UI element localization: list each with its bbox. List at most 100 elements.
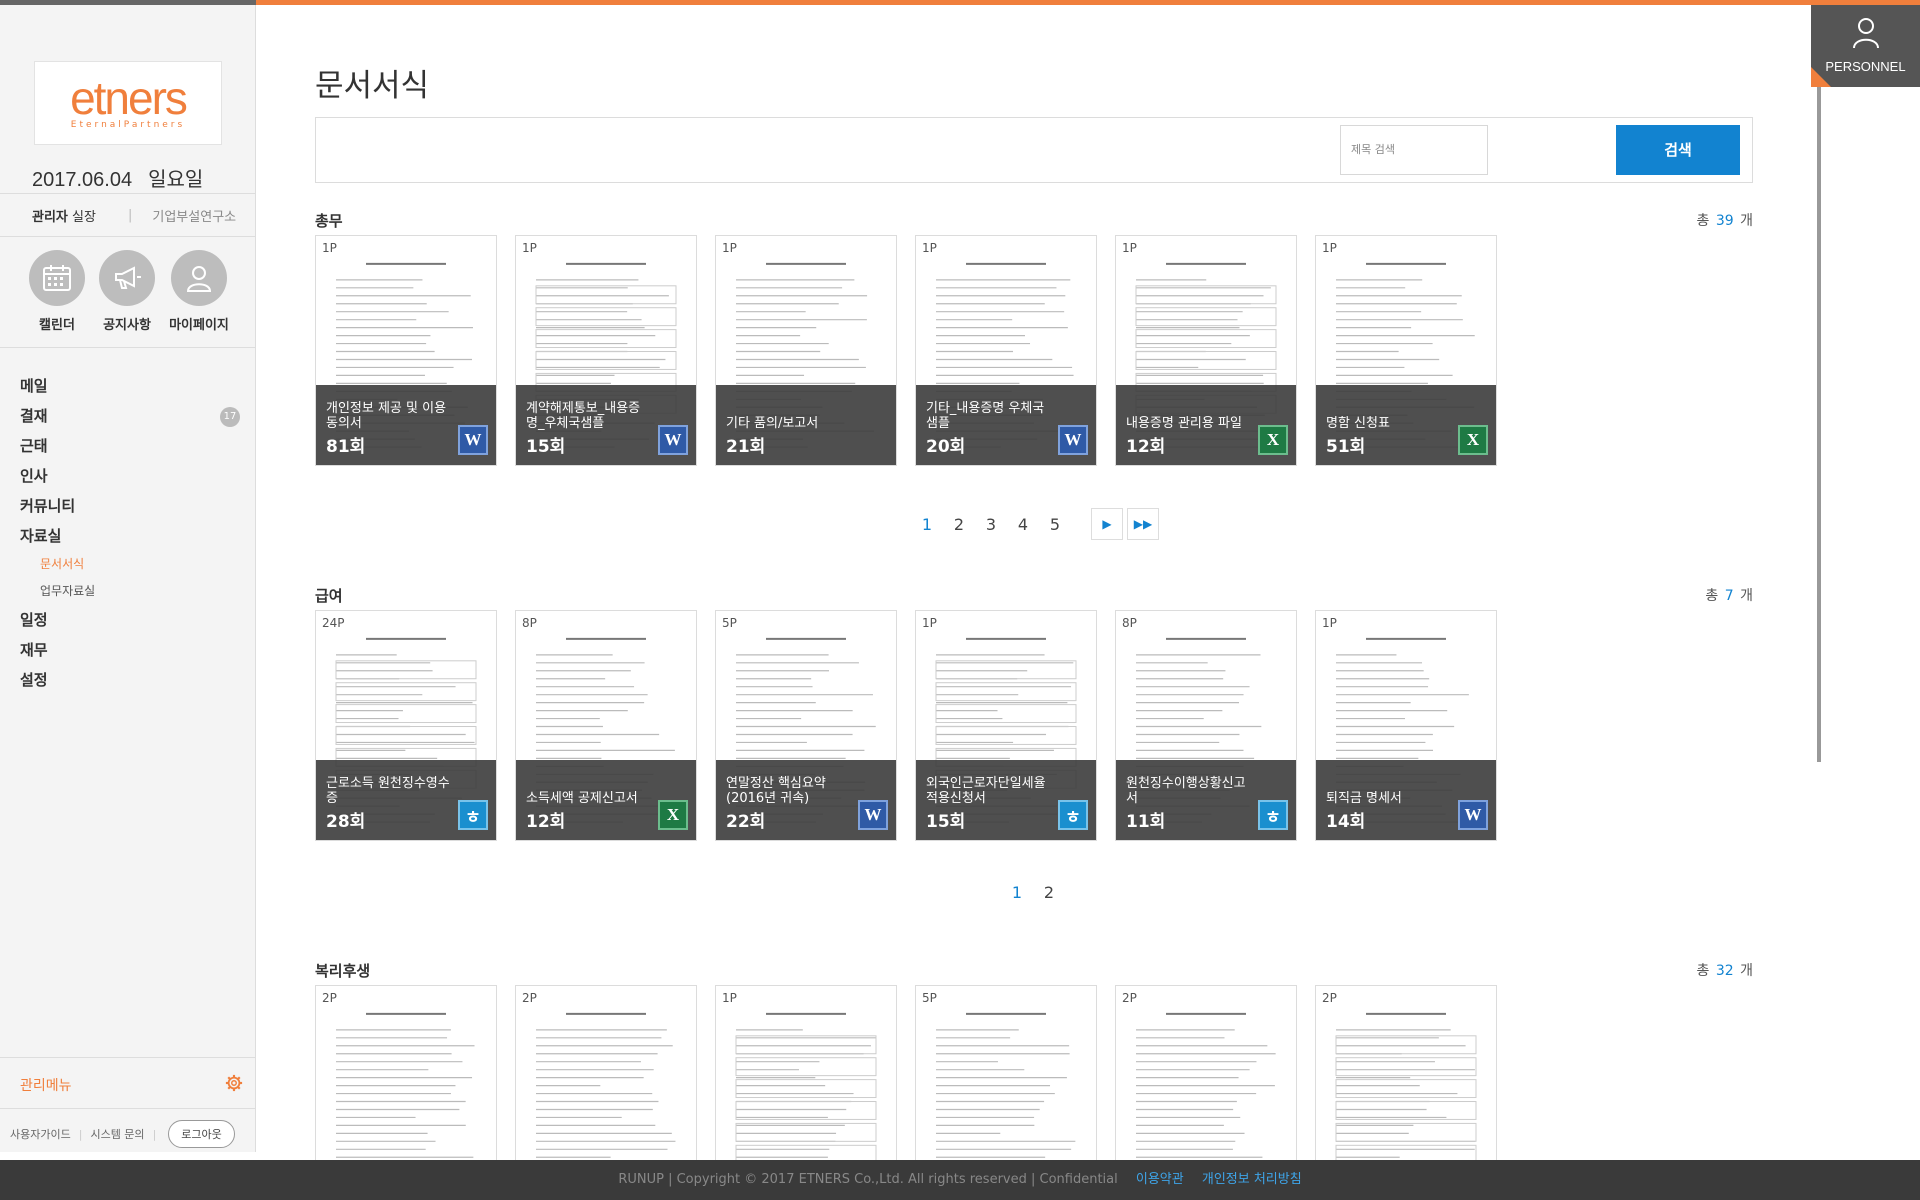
quick-notice[interactable]: 공지사항 [92, 250, 162, 333]
page-count-label: 24P [322, 616, 345, 630]
count-suffix: 개 [1740, 213, 1753, 229]
excel-file-icon[interactable]: X [1258, 425, 1288, 455]
document-title: 기타_내용증명 우체국샘플 [926, 401, 1045, 431]
document-title: 개인정보 제공 및 이용 동의서 [326, 401, 447, 431]
nav-approval-label: 결재 [20, 407, 48, 425]
user-guide-link[interactable]: 사용자가이드 [10, 1126, 71, 1142]
card-overlay: 명함 신청표 51회 X [1316, 385, 1496, 465]
excel-file-icon[interactable]: X [1458, 425, 1488, 455]
nav-settings[interactable]: 설정 [20, 665, 240, 695]
section-count: 총 32 개 [1696, 960, 1753, 980]
document-card[interactable]: 1P 퇴직금 명세서 14회 W [1315, 610, 1497, 841]
page-count-label: 1P [1122, 241, 1137, 255]
download-count: 15회 [926, 812, 966, 832]
card-overlay: 기타_내용증명 우체국샘플 20회 W [916, 385, 1096, 465]
hwp-file-icon[interactable]: ㅎ [1058, 800, 1088, 830]
excel-file-icon[interactable]: X [658, 800, 688, 830]
download-count: 51회 [1326, 437, 1366, 457]
search-input[interactable]: 제목 검색 [1340, 125, 1488, 175]
nav-mail[interactable]: 메일 [20, 371, 240, 401]
document-card[interactable]: 1P 개인정보 제공 및 이용 동의서 81회 W [315, 235, 497, 466]
document-card[interactable]: 8P 원천징수이행상황신고서 11회 ㅎ [1115, 610, 1297, 841]
document-title: 계약해제통보_내용증명_우체국샘플 [526, 401, 641, 431]
page-link[interactable]: 2 [1033, 883, 1065, 902]
page-count-label: 5P [722, 616, 737, 630]
last-page-button[interactable]: ▶▶ [1127, 508, 1159, 540]
download-count: 81회 [326, 437, 366, 457]
admin-menu[interactable]: 관리메뉴 [0, 1057, 255, 1109]
count-prefix: 총 [1696, 213, 1710, 229]
page-link[interactable]: 1 [911, 515, 943, 534]
user-name-title: 관리자 실장 [0, 206, 128, 225]
admin-menu-label: 관리메뉴 [20, 1078, 72, 1094]
word-file-icon[interactable]: W [658, 425, 688, 455]
quick-calendar-label: 캘린더 [39, 318, 75, 333]
person-icon [1853, 18, 1879, 49]
download-count: 11회 [1126, 812, 1166, 832]
card-overlay: 내용증명 관리용 파일 12회 X [1116, 385, 1296, 465]
brand-logo[interactable]: etners EternalPartners [34, 61, 222, 145]
document-title: 내용증명 관리용 파일 [1126, 416, 1242, 431]
page-title: 문서서식 [315, 68, 430, 104]
document-card[interactable]: 1P 외국인근로자단일세율 적용신청서 15회 ㅎ [915, 610, 1097, 841]
quick-calendar[interactable]: 캘린더 [22, 250, 92, 333]
calendar-icon [29, 250, 85, 306]
page-link[interactable]: 4 [1007, 515, 1039, 534]
nav-library[interactable]: 자료실 [20, 521, 240, 551]
approval-count-badge: 17 [220, 407, 240, 427]
gear-icon[interactable] [225, 1074, 243, 1092]
count-suffix: 개 [1740, 588, 1753, 604]
privacy-link[interactable]: 개인정보 처리방침 [1202, 1172, 1302, 1187]
top-bar-accent [256, 0, 1920, 5]
page-count-label: 1P [322, 241, 337, 255]
card-overlay: 개인정보 제공 및 이용 동의서 81회 W [316, 385, 496, 465]
word-file-icon[interactable]: W [858, 800, 888, 830]
word-file-icon[interactable]: W [458, 425, 488, 455]
document-card[interactable]: 24P 근로소득 원천징수영수증 28회 ㅎ [315, 610, 497, 841]
word-file-icon[interactable]: W [1458, 800, 1488, 830]
page-link[interactable]: 1 [1001, 883, 1033, 902]
quick-mypage-label: 마이페이지 [169, 318, 229, 333]
card-overlay: 원천징수이행상황신고서 11회 ㅎ [1116, 760, 1296, 840]
document-title: 퇴직금 명세서 [1326, 791, 1402, 806]
page-link[interactable]: 2 [943, 515, 975, 534]
document-card[interactable]: 1P 명함 신청표 51회 X [1315, 235, 1497, 466]
divider: | [152, 1127, 157, 1141]
page-link[interactable]: 5 [1039, 515, 1071, 534]
document-card[interactable]: 1P 기타 품의/보고서 21회 [715, 235, 897, 466]
next-page-button[interactable]: ▶ [1091, 508, 1123, 540]
nav-attendance[interactable]: 근태 [20, 431, 240, 461]
logout-button[interactable]: 로그아웃 [168, 1120, 235, 1148]
page-count-label: 2P [1322, 991, 1337, 1005]
nav-library-work[interactable]: 업무자료실 [20, 578, 240, 605]
nav-schedule[interactable]: 일정 [20, 605, 240, 635]
page-link[interactable]: 3 [975, 515, 1007, 534]
document-card[interactable]: 5P 연말정산 핵심요약 (2016년 귀속) 22회 W [715, 610, 897, 841]
nav-finance[interactable]: 재무 [20, 635, 240, 665]
search-button[interactable]: 검색 [1616, 125, 1740, 175]
document-card[interactable]: 1P 계약해제통보_내용증명_우체국샘플 15회 W [515, 235, 697, 466]
document-card[interactable]: 8P 소득세액 공제신고서 12회 X [515, 610, 697, 841]
quick-mypage[interactable]: 마이페이지 [164, 250, 234, 333]
nav-hr[interactable]: 인사 [20, 461, 240, 491]
hwp-file-icon[interactable]: ㅎ [1258, 800, 1288, 830]
nav-library-forms[interactable]: 문서서식 [20, 551, 240, 578]
date-value: 2017.06.04 [32, 169, 133, 191]
page-count-label: 1P [722, 991, 737, 1005]
system-inquiry-link[interactable]: 시스템 문의 [90, 1126, 144, 1142]
nav-approval[interactable]: 결재 17 [20, 401, 240, 431]
word-file-icon[interactable]: W [1058, 425, 1088, 455]
document-card[interactable]: 1P 기타_내용증명 우체국샘플 20회 W [915, 235, 1097, 466]
logo-tagline: EternalPartners [70, 120, 186, 130]
document-card[interactable]: 1P 내용증명 관리용 파일 12회 X [1115, 235, 1297, 466]
hwp-file-icon[interactable]: ㅎ [458, 800, 488, 830]
count-prefix: 총 [1696, 963, 1710, 979]
document-title: 근로소득 원천징수영수증 [326, 776, 450, 806]
nav-community[interactable]: 커뮤니티 [20, 491, 240, 521]
quick-notice-label: 공지사항 [103, 318, 151, 333]
document-title: 외국인근로자단일세율 적용신청서 [926, 776, 1046, 806]
personnel-tab[interactable]: PERSONNEL [1811, 5, 1920, 87]
card-overlay: 기타 품의/보고서 21회 [716, 385, 896, 465]
terms-link[interactable]: 이용약관 [1136, 1172, 1184, 1187]
scrollbar[interactable] [1817, 87, 1821, 762]
